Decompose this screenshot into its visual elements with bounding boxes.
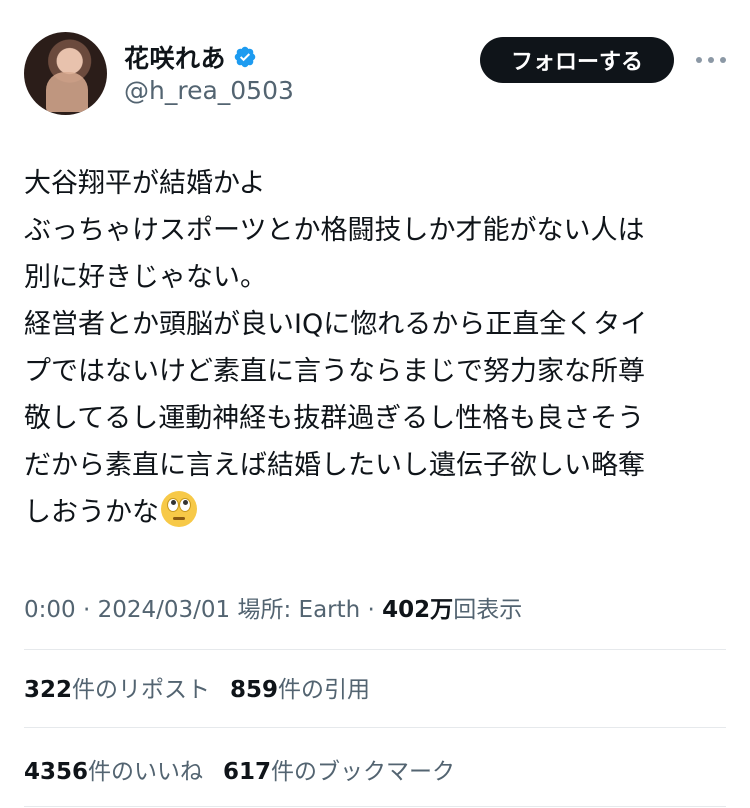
divider — [24, 806, 726, 807]
tweet-line: 敬してるし運動神経も抜群過ぎるし性格も良さそう — [24, 403, 645, 434]
tweet-line: ぶっちゃけスポーツとか格闘技しか才能がない人は — [24, 215, 645, 246]
display-name-row: 花咲れあ — [124, 40, 257, 74]
likes-count: 4356 — [24, 759, 89, 785]
views-count: 402万 — [382, 597, 454, 623]
tweet-body: 大谷翔平が結婚かよ ぶっちゃけスポーツとか格闘技しか才能がない人は 別に好きじゃ… — [24, 160, 726, 536]
reposts-count: 322 — [24, 677, 73, 703]
divider — [24, 649, 726, 650]
likes-link[interactable]: 4356件のいいね — [24, 759, 203, 785]
bookmarks-label: 件のブックマーク — [271, 759, 456, 785]
quotes-count: 859 — [230, 677, 279, 703]
bookmarks-link[interactable]: 617件のブックマーク — [223, 759, 455, 785]
tweet-header: 花咲れあ @h_rea_0503 フォローする — [24, 32, 726, 118]
tweet-line: 経営者とか頭脳が良いIQに惚れるから正直全くタイ — [24, 309, 648, 340]
engagement-row-likes: 4356件のいいね 617件のブックマーク — [24, 752, 455, 786]
tweet-line: プではないけど素直に言うならまじで努力家な所尊 — [24, 356, 645, 387]
quotes-label: 件の引用 — [278, 677, 371, 703]
tweet-line: だから素直に言えば結婚したいし遺伝子欲しい略奪 — [24, 450, 645, 481]
tweet-location: 場所: Earth — [237, 597, 361, 623]
divider — [24, 727, 726, 728]
quotes-link[interactable]: 859件の引用 — [230, 677, 370, 703]
avatar[interactable] — [24, 32, 107, 115]
reposts-label: 件のリポスト — [72, 677, 211, 703]
meta-separator: · — [82, 597, 98, 623]
user-handle[interactable]: @h_rea_0503 — [124, 76, 294, 105]
tweet-date[interactable]: 2024/03/01 — [98, 597, 231, 623]
tweet-line-text: しおうかな — [24, 497, 159, 528]
tweet-meta: 0:00 · 2024/03/01 場所: Earth · 402万回表示 — [24, 590, 522, 624]
rolling-eyes-emoji-icon — [161, 491, 197, 527]
views-label: 回表示 — [453, 597, 523, 623]
follow-button[interactable]: フォローする — [480, 37, 674, 83]
likes-label: 件のいいね — [88, 759, 204, 785]
tweet-line-last: しおうかな — [24, 489, 726, 536]
meta-separator: · — [367, 597, 383, 623]
verified-badge-icon — [234, 46, 256, 68]
tweet-time[interactable]: 0:00 — [24, 597, 76, 623]
tweet-line: 別に好きじゃない。 — [24, 262, 267, 293]
bookmarks-count: 617 — [223, 759, 272, 785]
engagement-row-reposts: 322件のリポスト 859件の引用 — [24, 670, 370, 704]
reposts-link[interactable]: 322件のリポスト — [24, 677, 210, 703]
display-name[interactable]: 花咲れあ — [124, 39, 226, 75]
more-options-icon[interactable] — [696, 46, 726, 74]
tweet-line: 大谷翔平が結婚かよ — [24, 168, 266, 199]
